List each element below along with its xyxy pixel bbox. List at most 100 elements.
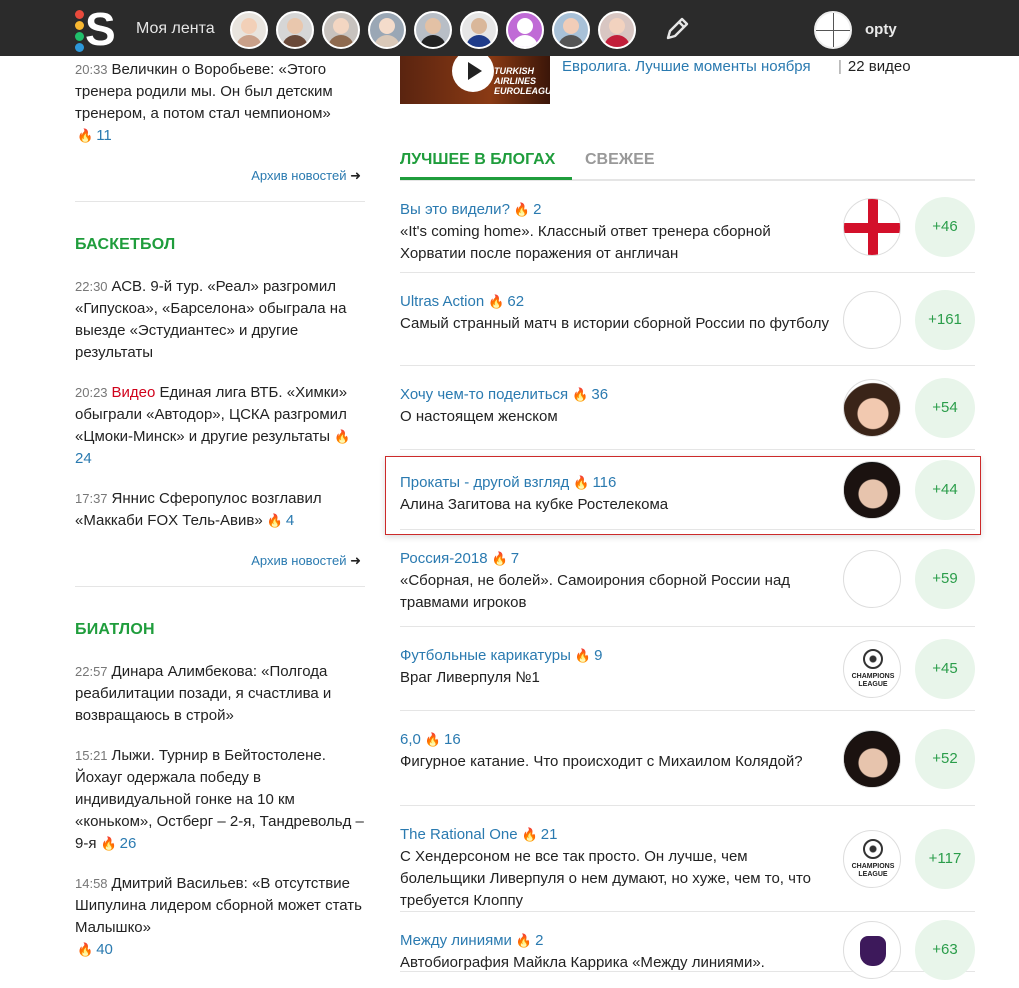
blog-rating-badge[interactable]: +161: [915, 290, 975, 350]
news-text[interactable]: Лыжи. Турнир в Бейтостолене. Йохауг одер…: [75, 747, 364, 852]
blog-rating-badge[interactable]: +59: [915, 549, 975, 609]
blog-rating-badge[interactable]: +54: [915, 378, 975, 438]
premier-league-logo-icon[interactable]: [843, 921, 901, 979]
news-text[interactable]: Величкин о Воробьеве: «Этого тренера род…: [75, 61, 333, 122]
blog-item[interactable]: 6,0 🔥 16 Фигурное катание. Что происходит с…: [400, 711, 975, 806]
blog-item[interactable]: Хочу чем-то поделиться 🔥 36 О настоящем жен…: [400, 366, 975, 450]
blog-rating-badge[interactable]: +44: [915, 460, 975, 520]
comment-count[interactable]: 7: [511, 550, 519, 567]
news-text[interactable]: Дмитрий Васильев: «В отсутствие Шипулина…: [75, 875, 362, 936]
blog-name-link[interactable]: Футбольные карикатуры: [400, 647, 571, 664]
blog-author-avatar[interactable]: [843, 461, 901, 519]
russia-flag-icon[interactable]: [843, 291, 901, 349]
sports-logo[interactable]: S: [72, 3, 118, 55]
news-item[interactable]: 17:37 Яннис Сферопулос возглавил «Маккаби…: [75, 488, 365, 532]
champions-league-logo-icon[interactable]: CHAMPIONS LEAGUE: [843, 640, 901, 698]
blog-name-link[interactable]: Прокаты - другой взгляд: [400, 474, 569, 491]
feed-avatar[interactable]: [552, 11, 590, 49]
blog-item[interactable]: Прокаты - другой взгляд 🔥 116 Алина Загитов…: [400, 450, 975, 530]
blog-post-title[interactable]: О настоящем женском: [400, 408, 558, 425]
blog-name-link[interactable]: Вы это видели?: [400, 201, 510, 218]
england-flag-icon[interactable]: [843, 198, 901, 256]
blog-rating-badge[interactable]: +46: [915, 197, 975, 257]
comment-count[interactable]: 2: [533, 201, 541, 218]
blog-name-link[interactable]: Хочу чем-то поделиться: [400, 386, 568, 403]
blog-rating-badge[interactable]: +117: [915, 829, 975, 889]
comment-count[interactable]: 16: [444, 731, 461, 748]
russia-flag-icon[interactable]: [843, 550, 901, 608]
comment-count[interactable]: 9: [594, 647, 602, 664]
blog-post-title[interactable]: Враг Ливерпуля №1: [400, 669, 540, 686]
blog-name-link[interactable]: 6,0: [400, 731, 421, 748]
comment-count[interactable]: 26: [120, 835, 137, 852]
blog-item[interactable]: Между линиями 🔥 2 Автобиография Майкла Карр…: [400, 912, 975, 980]
blog-name-link[interactable]: The Rational One: [400, 826, 518, 843]
feed-avatar[interactable]: [460, 11, 498, 49]
my-feed-link[interactable]: Моя лента: [136, 20, 215, 38]
video-title-link[interactable]: Евролига. Лучшие моменты ноября: [562, 58, 811, 75]
feed-avatar[interactable]: [276, 11, 314, 49]
blog-author-avatar[interactable]: [843, 730, 901, 788]
blog-post-title[interactable]: Автобиография Майкла Каррика «Между лини…: [400, 954, 765, 971]
blog-post-title[interactable]: Фигурное катание. Что происходит с Михаи…: [400, 753, 803, 770]
blog-post-title[interactable]: С Хендерсоном не все так просто. Он лучш…: [400, 848, 811, 909]
feed-avatar[interactable]: [368, 11, 406, 49]
username[interactable]: opty: [865, 21, 897, 38]
comment-count[interactable]: 62: [507, 293, 524, 310]
feed-avatar[interactable]: [506, 11, 544, 49]
blog-item[interactable]: Вы это видели? 🔥 2 «It's coming home». Клас…: [400, 181, 975, 273]
feed-avatar[interactable]: [230, 11, 268, 49]
edit-pencil-icon[interactable]: [664, 16, 690, 42]
blog-post-title[interactable]: «It's coming home». Классный ответ трене…: [400, 223, 771, 262]
video-count-text: 22 видео: [847, 58, 911, 75]
tab-fresh[interactable]: СВЕЖЕЕ: [585, 151, 655, 169]
blog-rating-badge[interactable]: +52: [915, 729, 975, 789]
blog-rating-badge[interactable]: +45: [915, 639, 975, 699]
blog-item[interactable]: Ultras Action 🔥 62 Самый странный матч в ис…: [400, 273, 975, 366]
news-text[interactable]: Яннис Сферопулос возглавил «Маккаби FOX …: [75, 490, 322, 529]
blog-item[interactable]: Футбольные карикатуры 🔥 9 Враг Ливерпуля №1…: [400, 627, 975, 711]
feed-avatar[interactable]: [322, 11, 360, 49]
fire-icon: 🔥: [574, 648, 592, 663]
blog-name-link[interactable]: Ultras Action: [400, 293, 484, 310]
news-item[interactable]: 22:57 Динара Алимбекова: «Полгода реабили…: [75, 661, 365, 727]
blog-post-title[interactable]: Самый странный матч в истории сборной Ро…: [400, 315, 829, 332]
comment-count[interactable]: 24: [75, 450, 92, 467]
news-item[interactable]: 15:21 Лыжи. Турнир в Бейтостолене. Йохауг…: [75, 745, 365, 855]
comment-count[interactable]: 40: [96, 941, 113, 958]
news-item[interactable]: 14:58 Дмитрий Васильев: «В отсутствие Шип…: [75, 873, 365, 961]
comment-count[interactable]: 116: [592, 474, 616, 491]
fire-icon: 🔥: [488, 294, 505, 309]
comment-count[interactable]: 36: [591, 386, 608, 403]
comment-count[interactable]: 2: [535, 932, 543, 949]
blog-name-link[interactable]: Между линиями: [400, 932, 512, 949]
news-text[interactable]: АСВ. 9-й тур. «Реал» разгромил «Гипускоа…: [75, 278, 346, 361]
news-item[interactable]: 20:23 Видео Единая лига ВТБ. «Химки» обыг…: [75, 382, 365, 470]
tab-best-in-blogs[interactable]: ЛУЧШЕЕ В БЛОГАХ: [400, 151, 572, 180]
blog-name-link[interactable]: Россия-2018: [400, 550, 488, 567]
blog-author-avatar[interactable]: [843, 379, 901, 437]
feed-avatar[interactable]: [414, 11, 452, 49]
blog-item[interactable]: Россия-2018 🔥 7 «Сборная, не болей». Самоир…: [400, 530, 975, 627]
blog-item-text: Ultras Action 🔥 62 Самый странный матч в ис…: [400, 273, 830, 335]
blog-post-title[interactable]: Алина Загитова на кубке Ростелекома: [400, 496, 668, 513]
news-item[interactable]: 22:30 АСВ. 9-й тур. «Реал» разгромил «Гип…: [75, 276, 365, 364]
section-title-basketball[interactable]: БАСКЕТБОЛ: [75, 234, 365, 256]
blog-rating-badge[interactable]: +63: [915, 920, 975, 980]
avatar-body: [420, 35, 446, 47]
champions-league-logo-icon[interactable]: CHAMPIONS LEAGUE: [843, 830, 901, 888]
comment-count[interactable]: 4: [286, 512, 294, 529]
user-avatar[interactable]: [814, 11, 852, 49]
section-title-biathlon[interactable]: БИАТЛОН: [75, 619, 365, 641]
comment-count[interactable]: 21: [541, 826, 558, 843]
news-item[interactable]: 20:33 Величкин о Воробьеве: «Этого тренер…: [75, 59, 365, 147]
comment-count[interactable]: 11: [96, 127, 112, 144]
news-text[interactable]: Динара Алимбекова: «Полгода реабилитации…: [75, 663, 331, 724]
blog-post-title[interactable]: «Сборная, не болей». Самоирония сборной …: [400, 572, 790, 611]
feed-avatar[interactable]: [598, 11, 636, 49]
video-thumbnail[interactable]: TURKISH AIRLINES EUROLEAGUE: [400, 56, 550, 104]
blog-item[interactable]: The Rational One 🔥 21 С Хендерсоном не все …: [400, 806, 975, 912]
news-archive-link[interactable]: Архив новостей ➜: [75, 550, 365, 587]
news-archive-link[interactable]: Архив новостей ➜: [75, 165, 365, 202]
fire-icon: 🔥: [266, 513, 283, 528]
